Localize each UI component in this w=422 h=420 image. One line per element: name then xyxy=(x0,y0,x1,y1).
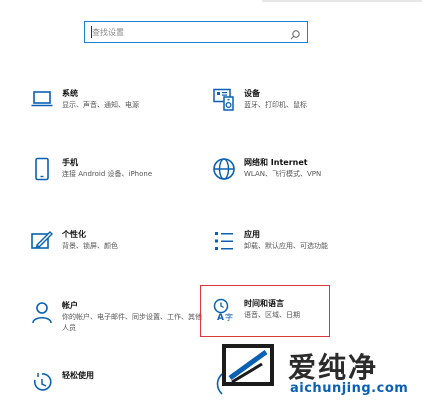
tile-accounts[interactable]: 帐户 你的帐户、电子邮件、同步设置、工作、其他人员 xyxy=(30,300,210,350)
tile-description: 卸载、默认应用、可选功能 xyxy=(244,242,328,250)
personalization-icon xyxy=(30,229,54,253)
laptop-icon xyxy=(30,88,54,112)
tile-title: 帐户 xyxy=(62,301,78,310)
search-box[interactable] xyxy=(84,21,308,43)
tile-title: 系统 xyxy=(62,89,78,98)
watermark: 爱纯净 aichunjing.com xyxy=(222,344,422,400)
svg-text:A: A xyxy=(217,313,224,322)
tile-description: 显示、声音、通知、电源 xyxy=(62,101,139,109)
tile-description: 蓝牙、打印机、鼠标 xyxy=(244,101,307,109)
tile-phone[interactable]: 手机 连接 Android 设备、iPhone xyxy=(30,157,210,207)
watermark-brand: 爱纯净 xyxy=(288,351,379,384)
apps-icon xyxy=(212,229,236,253)
watermark-logo-icon xyxy=(222,344,274,386)
tile-description: 连接 Android 设备、iPhone xyxy=(62,170,153,178)
tile-apps[interactable]: 应用 卸载、默认应用、可选功能 xyxy=(212,229,392,279)
tile-title: 设备 xyxy=(244,89,260,98)
tile-description: 你的帐户、电子邮件、同步设置、工作、其他人员 xyxy=(62,313,202,332)
tile-title: 个性化 xyxy=(62,230,86,239)
tile-title: 应用 xyxy=(244,230,260,239)
ease-of-access-icon xyxy=(30,370,54,394)
tile-personalization[interactable]: 个性化 背景、锁屏、颜色 xyxy=(30,229,210,279)
search-icon[interactable] xyxy=(289,26,301,40)
tile-title: 时间和语言 xyxy=(244,299,284,308)
person-icon xyxy=(30,300,54,324)
tile-description: WLAN、飞行模式、VPN xyxy=(244,170,322,178)
tile-ease-of-access[interactable]: 轻松使用 xyxy=(30,370,210,420)
tile-network[interactable]: 网络和 Internet WLAN、飞行模式、VPN xyxy=(212,157,392,207)
globe-icon xyxy=(212,157,236,181)
tile-title: 手机 xyxy=(62,158,78,167)
tile-description: 语音、区域、日期 xyxy=(244,311,300,319)
tile-title: 轻松使用 xyxy=(62,371,94,380)
watermark-url: aichunjing.com xyxy=(290,381,409,396)
svg-text:字: 字 xyxy=(225,312,233,322)
phone-icon xyxy=(30,157,54,181)
tile-description: 背景、锁屏、颜色 xyxy=(62,242,118,250)
search-input[interactable] xyxy=(92,24,282,40)
tile-title: 网络和 Internet xyxy=(244,158,308,167)
top-divider xyxy=(262,0,422,2)
time-language-icon: A 字 xyxy=(212,298,236,323)
tile-devices[interactable]: 设备 蓝牙、打印机、鼠标 xyxy=(212,88,392,138)
devices-icon xyxy=(212,88,236,112)
tile-time-language[interactable]: A 字 时间和语言 语音、区域、日期 xyxy=(212,298,392,348)
tile-system[interactable]: 系统 显示、声音、通知、电源 xyxy=(30,88,210,138)
